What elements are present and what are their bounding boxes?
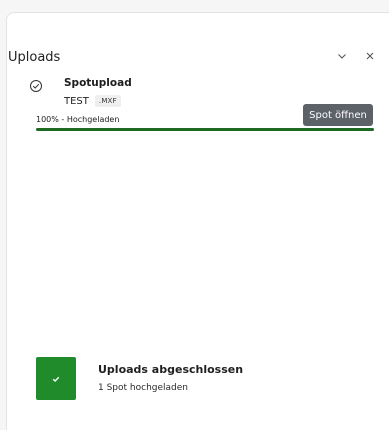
close-icon[interactable] — [363, 49, 377, 63]
open-spot-button[interactable]: Spot öffnen — [303, 104, 373, 126]
header-actions — [335, 49, 377, 63]
summary-title: Uploads abgeschlossen — [98, 363, 244, 376]
upload-name: Spotupload — [64, 77, 132, 89]
upload-status: 100% - Hochgeladen — [36, 115, 120, 124]
upload-progress-bar — [36, 128, 374, 131]
check-circle-icon — [29, 78, 43, 92]
checkmark-icon — [52, 376, 60, 382]
upload-file-meta: TEST .MXF — [64, 95, 121, 107]
summary-subtitle: 1 Spot hochgeladen — [98, 383, 188, 393]
uploads-panel: Uploads Spotupload TEST .MXF 100% - Hoch… — [6, 12, 389, 430]
file-extension-badge: .MXF — [94, 95, 121, 107]
chevron-down-icon[interactable] — [335, 49, 349, 63]
upload-progress-fill — [36, 128, 374, 131]
upload-file-name: TEST — [64, 95, 89, 107]
panel-title: Uploads — [8, 50, 61, 65]
upload-item: Spotupload TEST .MXF 100% - Hochgeladen … — [7, 75, 389, 145]
upload-summary: Uploads abgeschlossen 1 Spot hochgeladen — [36, 357, 366, 402]
success-badge — [36, 357, 76, 400]
